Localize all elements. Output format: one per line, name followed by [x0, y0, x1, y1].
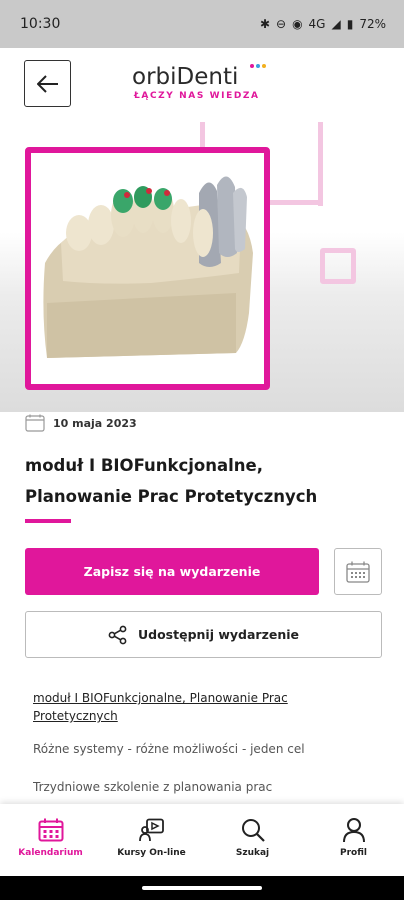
arrow-left-icon: [36, 74, 58, 93]
share-label: Udostępnij wydarzenie: [137, 627, 299, 642]
nav-item-szukaj[interactable]: Szukaj: [202, 804, 303, 876]
event-date: 10 maja 2023: [53, 416, 137, 430]
share-icon: [108, 625, 127, 644]
battery-icon: ▮: [346, 17, 354, 31]
title-underline: [25, 519, 71, 523]
search-icon: [241, 819, 265, 842]
description-paragraph: Różne systemy - różne możliwości - jeden…: [33, 742, 305, 756]
back-button[interactable]: [24, 60, 71, 107]
nav-item-kursy-online[interactable]: Kursy On-line: [101, 804, 202, 876]
decoration: [320, 248, 356, 284]
status-icons: ✱ ⊖ ◉ 4G ◢ ▮ 72%: [260, 17, 386, 31]
bottom-navigation: Kalendarium Kursy On-line Szukaj Profil: [0, 804, 404, 876]
event-hero: [0, 122, 404, 412]
event-image: [25, 147, 270, 390]
battery-level: 72%: [359, 17, 386, 31]
bluetooth-icon: ✱: [259, 17, 270, 31]
app-header: orbiDenti ŁĄCZY NAS WIEDZA: [0, 48, 404, 122]
status-time: 10:30: [20, 16, 61, 32]
logo-dots: [250, 64, 266, 68]
event-date-row: 10 maja 2023: [25, 414, 137, 432]
register-button[interactable]: Zapisz się na wydarzenie: [25, 548, 319, 595]
dental-model-image: [31, 153, 264, 384]
decoration: [270, 200, 323, 205]
description-title: moduł I BIOFunkcjonalne, Planowanie Prac…: [33, 691, 288, 723]
network-type: 4G: [308, 17, 326, 31]
home-gesture-handle[interactable]: [142, 886, 262, 890]
nav-label: Kursy On-line: [117, 848, 186, 858]
nav-label: Kalendarium: [18, 848, 83, 858]
logo: orbiDenti ŁĄCZY NAS WIEDZA: [132, 64, 282, 108]
description-paragraph: Trzydniowe szkolenie z planowania prac: [33, 780, 273, 794]
share-button[interactable]: Udostępnij wydarzenie: [25, 611, 382, 658]
hotspot-icon: ◉: [292, 17, 303, 31]
online-course-icon: [138, 818, 164, 842]
event-title: moduł I BIOFunkcjonalne, Planowanie Prac…: [25, 456, 318, 506]
add-to-calendar-button[interactable]: [334, 548, 382, 595]
signal-icon: ◢: [331, 17, 341, 31]
profile-icon: [342, 818, 365, 842]
nav-item-kalendarium[interactable]: Kalendarium: [0, 804, 101, 876]
nav-item-profil[interactable]: Profil: [303, 804, 404, 876]
calendar-icon: [25, 414, 45, 432]
nav-label: Profil: [340, 848, 367, 858]
calendar-icon: [346, 561, 370, 583]
status-bar: 10:30 ✱ ⊖ ◉ 4G ◢ ▮ 72%: [0, 0, 404, 48]
calendar-icon: [38, 818, 63, 842]
nav-label: Szukaj: [235, 848, 270, 858]
logo-tagline: ŁĄCZY NAS WIEDZA: [134, 91, 260, 101]
dnd-icon: ⊖: [276, 17, 287, 31]
decoration: [318, 122, 323, 206]
